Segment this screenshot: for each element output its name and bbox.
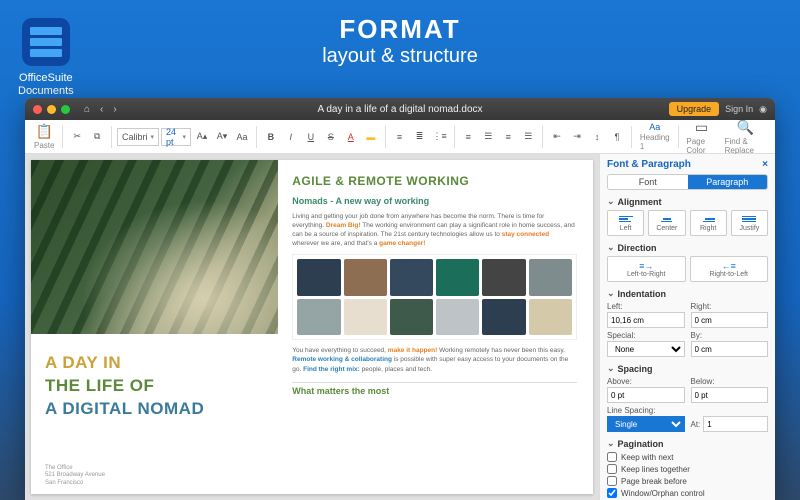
titlebar: ⌂ ‹ › A day in a life of a digital nomad…: [25, 98, 775, 120]
title-line-3: A DIGITAL NOMAD: [45, 398, 264, 421]
doc-paragraph-2: You have everything to succeed, make it …: [292, 346, 577, 373]
align-left-button[interactable]: Left: [607, 210, 644, 236]
page-break-checkbox[interactable]: [607, 476, 617, 486]
upgrade-button[interactable]: Upgrade: [669, 102, 720, 116]
section-alignment[interactable]: Alignment: [607, 196, 768, 207]
ltr-button[interactable]: ≡→Left-to-Right: [607, 256, 686, 282]
font-paragraph-panel: Font & Paragraph × Font Paragraph Alignme…: [599, 154, 775, 500]
page-color-button[interactable]: ▭Page Color: [683, 119, 719, 155]
find-replace-button[interactable]: 🔍Find & Replace: [722, 119, 769, 155]
section-spacing[interactable]: Spacing: [607, 363, 768, 374]
special-select[interactable]: None: [607, 341, 685, 357]
promo-brand: OfficeSuiteDocuments: [18, 18, 74, 98]
line-spacing-icon[interactable]: ↕: [588, 126, 606, 148]
align-justify-button[interactable]: Justify: [731, 210, 768, 236]
strike-icon[interactable]: S: [322, 126, 340, 148]
cut-icon[interactable]: ✂: [68, 126, 86, 148]
line-spacing-select[interactable]: Single: [607, 416, 685, 432]
paste-button[interactable]: 📋Paste: [31, 123, 57, 150]
indent-right-input[interactable]: [691, 312, 769, 328]
line-spacing-at-input[interactable]: [703, 416, 768, 432]
home-icon[interactable]: ⌂: [84, 104, 90, 115]
back-icon[interactable]: ‹: [100, 104, 103, 115]
section-direction[interactable]: Direction: [607, 242, 768, 253]
italic-icon[interactable]: I: [282, 126, 300, 148]
signin-link[interactable]: Sign In: [725, 104, 753, 114]
document-viewport[interactable]: A DAY IN THE LIFE OF A DIGITAL NOMAD The…: [25, 154, 599, 500]
section-indentation[interactable]: Indentation: [607, 288, 768, 299]
close-icon[interactable]: ×: [762, 159, 768, 170]
decrease-font-icon[interactable]: A▾: [213, 126, 231, 148]
bullets-icon[interactable]: ≡: [391, 126, 409, 148]
doc-heading-3: What matters the most: [292, 382, 577, 399]
font-size-select[interactable]: 24 pt▾: [161, 128, 191, 146]
copy-icon[interactable]: ⧉: [88, 126, 106, 148]
keep-lines-checkbox[interactable]: [607, 464, 617, 474]
bold-icon[interactable]: B: [262, 126, 280, 148]
align-right-icon[interactable]: ≡: [499, 126, 517, 148]
highlight-icon[interactable]: ▬: [362, 126, 380, 148]
clear-format-icon[interactable]: Aa: [233, 126, 251, 148]
title-line-2: THE LIFE OF: [45, 375, 264, 398]
widow-orphan-checkbox[interactable]: [607, 488, 617, 498]
increase-font-icon[interactable]: A▴: [193, 126, 211, 148]
spacing-above-input[interactable]: [607, 387, 685, 403]
window-controls[interactable]: [33, 105, 70, 114]
align-left-icon[interactable]: ≡: [459, 126, 477, 148]
font-color-icon[interactable]: A: [342, 126, 360, 148]
promo-title: FORMAT layout & structure: [322, 14, 478, 68]
page: A DAY IN THE LIFE OF A DIGITAL NOMAD The…: [31, 160, 593, 494]
special-by-input[interactable]: [691, 341, 769, 357]
keep-with-next-checkbox[interactable]: [607, 452, 617, 462]
styles-select[interactable]: AaHeading 1: [637, 122, 673, 151]
align-center-button[interactable]: Center: [648, 210, 685, 236]
rtl-button[interactable]: ←≡Right-to-Left: [690, 256, 769, 282]
app-icon: [22, 18, 70, 66]
section-pagination[interactable]: Pagination: [607, 438, 768, 449]
spacing-below-input[interactable]: [691, 387, 769, 403]
title-line-1: A DAY IN: [45, 352, 264, 375]
app-window: ⌂ ‹ › A day in a life of a digital nomad…: [25, 98, 775, 500]
justify-icon[interactable]: ☰: [519, 126, 537, 148]
tab-font[interactable]: Font: [608, 175, 688, 189]
document-title: A day in a life of a digital nomad.docx: [317, 104, 482, 115]
desk-image: [292, 254, 577, 340]
multilevel-icon[interactable]: ⋮≡: [431, 126, 449, 148]
align-center-icon[interactable]: ☰: [479, 126, 497, 148]
underline-icon[interactable]: U: [302, 126, 320, 148]
tab-paragraph[interactable]: Paragraph: [688, 175, 768, 189]
user-icon[interactable]: ◉: [759, 104, 767, 115]
ribbon-toolbar: 📋Paste ✂ ⧉ Calibri▾ 24 pt▾ A▴ A▾ Aa B I …: [25, 120, 775, 154]
panel-title: Font & Paragraph: [607, 159, 691, 170]
numbering-icon[interactable]: ≣: [411, 126, 429, 148]
doc-heading-2: Nomads - A new way of working: [292, 196, 577, 206]
paragraph-icon[interactable]: ¶: [608, 126, 626, 148]
align-right-button[interactable]: Right: [690, 210, 727, 236]
indent-inc-icon[interactable]: ⇥: [568, 126, 586, 148]
doc-heading-1: AGILE & REMOTE WORKING: [292, 174, 577, 188]
doc-paragraph-1: Living and getting your job done from an…: [292, 212, 577, 248]
font-name-select[interactable]: Calibri▾: [117, 128, 159, 146]
hero-image: [31, 160, 278, 334]
forward-icon[interactable]: ›: [113, 104, 116, 115]
indent-left-input[interactable]: [607, 312, 685, 328]
indent-dec-icon[interactable]: ⇤: [548, 126, 566, 148]
address-block: The Office521 Broadway AvenueSan Francis…: [45, 465, 264, 488]
